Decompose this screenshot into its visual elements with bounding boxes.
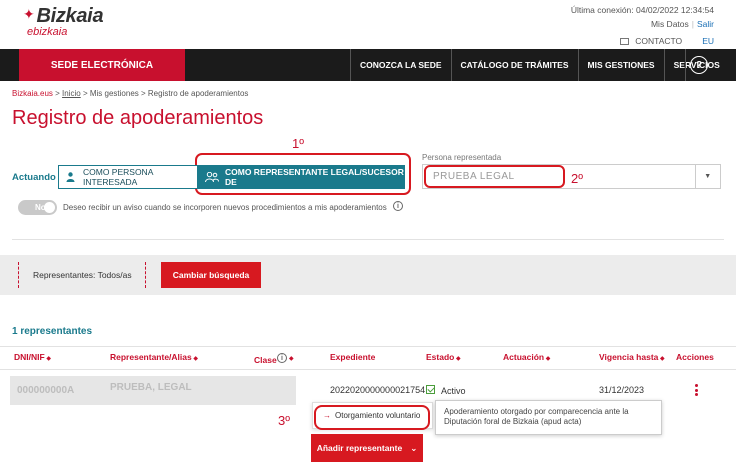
- persona-interesada-option[interactable]: COMO PERSONA INTERESADA: [58, 165, 198, 189]
- col-estado-label: Estado: [426, 352, 455, 362]
- tooltip-apud-acta: Apoderamiento otorgado por comparecencia…: [435, 400, 662, 435]
- nav-menu: CONOZCA LA SEDE CATÁLOGO DE TRÁMITES MIS…: [350, 49, 729, 81]
- sort-icon: ◆: [191, 356, 199, 362]
- anadir-representante-button[interactable]: Añadir representante ⌄: [311, 434, 423, 462]
- contact-lang-links: CONTACTO EU: [620, 36, 714, 46]
- person-icon: [66, 172, 75, 182]
- lang-eu-link[interactable]: EU: [702, 36, 714, 46]
- band-separator-left: [18, 262, 19, 288]
- salir-link[interactable]: Salir: [697, 19, 714, 29]
- annotation-box-2: [424, 165, 565, 188]
- page-title: Registro de apoderamientos: [12, 107, 264, 129]
- annotation-step-3: 3º: [278, 413, 290, 428]
- col-actuacion-label: Actuación: [503, 352, 545, 362]
- col-clase-sort[interactable]: ◆: [289, 352, 294, 362]
- aviso-text: Deseo recibir un aviso cuando se incorpo…: [63, 203, 387, 212]
- band-separator-right: [145, 262, 146, 288]
- sort-icon: ◆: [454, 356, 461, 362]
- mis-datos-link[interactable]: Mis Datos: [651, 19, 689, 29]
- breadcrumb: Bizkaia.eus > Inicio > Mis gestiones > R…: [12, 89, 248, 98]
- col-representante[interactable]: Representante/Alias ◆: [110, 352, 198, 362]
- annotation-step-2: 2º: [571, 171, 583, 186]
- cell-dni: 000000000A: [17, 385, 75, 396]
- col-actuacion[interactable]: Actuación ◆: [503, 352, 550, 362]
- nav-item-conozca[interactable]: CONOZCA LA SEDE: [350, 49, 451, 81]
- anadir-representante-label: Añadir representante: [316, 443, 403, 453]
- persona-representada-label: Persona representada: [422, 153, 502, 162]
- col-dni-label: DNI/NIF: [14, 352, 45, 362]
- col-acciones: Acciones: [676, 352, 714, 362]
- cell-representante: PRUEBA, LEGAL: [110, 382, 192, 393]
- nav-item-catalogo[interactable]: CATÁLOGO DE TRÁMITES: [450, 49, 578, 81]
- persona-interesada-label: COMO PERSONA INTERESADA: [83, 167, 153, 187]
- breadcrumb-inicio[interactable]: Inicio: [62, 89, 81, 98]
- chevron-down-icon[interactable]: ▼: [695, 165, 720, 188]
- col-estado[interactable]: Estado ◆: [426, 352, 461, 362]
- kebab-menu-icon[interactable]: [695, 384, 698, 396]
- col-dni[interactable]: DNI/NIF ◆: [14, 352, 51, 362]
- nav-item-mis-gestiones[interactable]: MIS GESTIONES: [577, 49, 664, 81]
- col-expediente[interactable]: Expediente: [330, 352, 375, 362]
- annotation-step-1: 1º: [292, 136, 304, 151]
- main-nav: SEDE ELECTRÓNICA CONOZCA LA SEDE CATÁLOG…: [0, 49, 736, 81]
- envelope-icon: [620, 37, 630, 45]
- representante-legal-label: COMO REPRESENTANTE LEGAL/SUCESOR DE: [225, 167, 404, 187]
- user-links: Mis Datos | Salir: [651, 19, 714, 29]
- col-clase-label: Clase: [254, 355, 277, 365]
- breadcrumb-sep: >: [138, 89, 148, 98]
- cambiar-busqueda-button[interactable]: Cambiar búsqueda: [161, 262, 261, 288]
- col-vigencia-label: Vigencia hasta: [599, 352, 659, 362]
- results-count: 1 representantes: [12, 326, 93, 337]
- link-separator: |: [691, 19, 694, 29]
- sort-icon: ◆: [44, 356, 51, 362]
- brand-text: Bizkaia: [36, 5, 104, 27]
- actuando-label: Actuando: [12, 172, 56, 183]
- section-divider: [12, 239, 724, 240]
- breadcrumb-sep: >: [80, 89, 90, 98]
- annotation-box-3: [314, 405, 430, 430]
- chevron-down-icon: ⌄: [410, 442, 418, 453]
- sort-icon: ◆: [289, 356, 294, 362]
- col-representante-label: Representante/Alias: [110, 352, 192, 362]
- breadcrumb-mis-gestiones[interactable]: Mis gestiones: [90, 89, 139, 98]
- col-vigencia[interactable]: Vigencia hasta ◆: [599, 352, 665, 362]
- sort-icon: ◆: [544, 356, 551, 362]
- bizkaia-logo[interactable]: ✦ Bizkaia ebizkaia: [23, 5, 104, 38]
- col-expediente-label: Expediente: [330, 352, 376, 362]
- last-connection: Última conexión: 04/02/2022 12:34:54: [570, 5, 714, 15]
- nav-sede-electronica[interactable]: SEDE ELECTRÓNICA: [19, 49, 185, 81]
- help-icon[interactable]: ?: [690, 56, 708, 74]
- people-icon: [205, 171, 219, 183]
- check-icon: [426, 385, 435, 394]
- representantes-filter: Representantes: Todos/as: [33, 270, 132, 280]
- representante-legal-option[interactable]: COMO REPRESENTANTE LEGAL/SUCESOR DE: [198, 165, 405, 189]
- brand-name: ✦ Bizkaia: [23, 5, 104, 28]
- aviso-toggle[interactable]: No: [18, 200, 57, 215]
- clase-info-icon[interactable]: i: [277, 353, 287, 363]
- cell-vigencia: 31/12/2023: [599, 385, 645, 395]
- leaf-icon: ✦: [23, 6, 35, 22]
- contacto-link[interactable]: CONTACTO: [635, 36, 682, 46]
- col-clase[interactable]: Clase: [254, 355, 277, 365]
- cell-estado: Activo: [441, 386, 466, 396]
- toggle-knob: [44, 202, 55, 213]
- breadcrumb-current: Registro de apoderamientos: [147, 89, 249, 98]
- sort-icon: ◆: [658, 356, 665, 362]
- top-header: ✦ Bizkaia ebizkaia Última conexión: 04/02…: [0, 0, 736, 49]
- info-icon[interactable]: i: [393, 201, 403, 211]
- breadcrumb-home[interactable]: Bizkaia.eus: [12, 89, 53, 98]
- breadcrumb-sep: >: [52, 89, 63, 98]
- cell-expediente: 2022020000000021754: [330, 385, 426, 395]
